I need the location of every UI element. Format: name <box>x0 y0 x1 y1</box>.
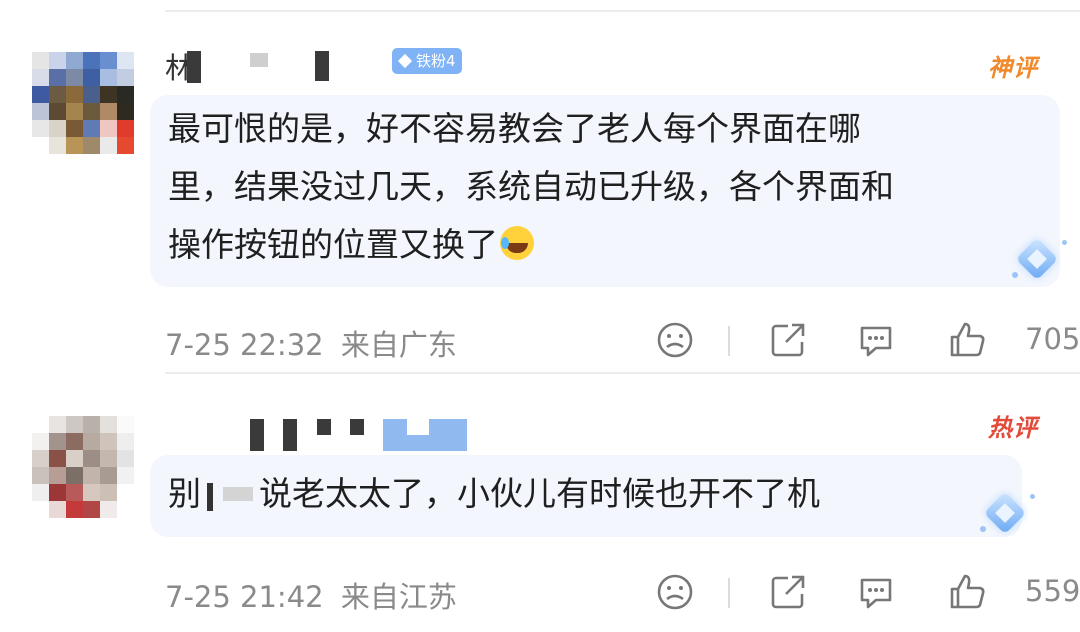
comment-line: 操作按钮的位置又换了 <box>168 216 894 274</box>
username-redaction <box>250 419 264 451</box>
diamond-icon <box>397 53 413 69</box>
diamond-decoration-icon <box>1010 236 1070 286</box>
username-redaction <box>317 419 331 435</box>
dislike-icon[interactable] <box>655 572 695 612</box>
username-redaction <box>350 419 364 435</box>
action-separator <box>728 326 730 356</box>
like-icon[interactable] <box>947 320 987 360</box>
text-redaction <box>207 483 213 511</box>
comment-icon[interactable] <box>856 320 896 360</box>
comment-line: 里，结果没过几天，系统自动已升级，各个界面和 <box>168 167 894 206</box>
comment-location: 来自广东 <box>340 328 457 362</box>
username-row[interactable] <box>165 415 485 455</box>
avatar[interactable] <box>32 52 134 154</box>
comment-actions: 559 <box>640 572 1080 616</box>
comment-line-text: 操作按钮的位置又换了 <box>168 225 498 264</box>
comment-text-main: 说老太太了，小伙儿有时候也开不了机 <box>259 474 820 513</box>
fan-level-badge[interactable]: 铁粉4 <box>392 48 462 74</box>
comment-time: 7-25 21:42 <box>165 580 324 614</box>
like-icon[interactable] <box>947 572 987 612</box>
username-redaction <box>407 419 429 435</box>
comment-text-prefix: 别 <box>168 474 201 513</box>
share-icon[interactable] <box>768 572 808 612</box>
username-redaction <box>187 51 201 83</box>
like-count: 559 <box>1025 574 1080 608</box>
comment-location: 来自江苏 <box>340 580 457 614</box>
comment-divider <box>165 372 1080 374</box>
action-separator <box>728 578 730 608</box>
top-comment-tag: 神评 <box>988 54 1038 82</box>
crying-laughing-emoji <box>500 226 534 260</box>
username-redaction <box>250 53 268 67</box>
username-redaction <box>283 419 297 451</box>
top-divider <box>165 10 1080 12</box>
comment-icon[interactable] <box>856 572 896 612</box>
comment-actions: 705 <box>640 320 1080 364</box>
text-redaction <box>223 487 253 501</box>
username-redaction <box>315 51 329 81</box>
avatar[interactable] <box>32 416 134 518</box>
like-count: 705 <box>1025 322 1080 356</box>
comment-time: 7-25 22:32 <box>165 328 324 362</box>
comment-text: 最可恨的是，好不容易教会了老人每个界面在哪 里，结果没过几天，系统自动已升级，各… <box>168 100 894 274</box>
diamond-decoration-icon <box>978 490 1038 540</box>
comment-meta: 7-25 21:42 来自江苏 <box>165 574 457 616</box>
comment-text: 别 说老太太了，小伙儿有时候也开不了机 <box>168 465 820 523</box>
comment-meta: 7-25 22:32 来自广东 <box>165 322 457 364</box>
share-icon[interactable] <box>768 320 808 360</box>
dislike-icon[interactable] <box>655 320 695 360</box>
comment-line: 最可恨的是，好不容易教会了老人每个界面在哪 <box>168 109 861 148</box>
fan-level-label: 铁粉4 <box>416 52 456 70</box>
hot-comment-tag: 热评 <box>988 414 1038 442</box>
